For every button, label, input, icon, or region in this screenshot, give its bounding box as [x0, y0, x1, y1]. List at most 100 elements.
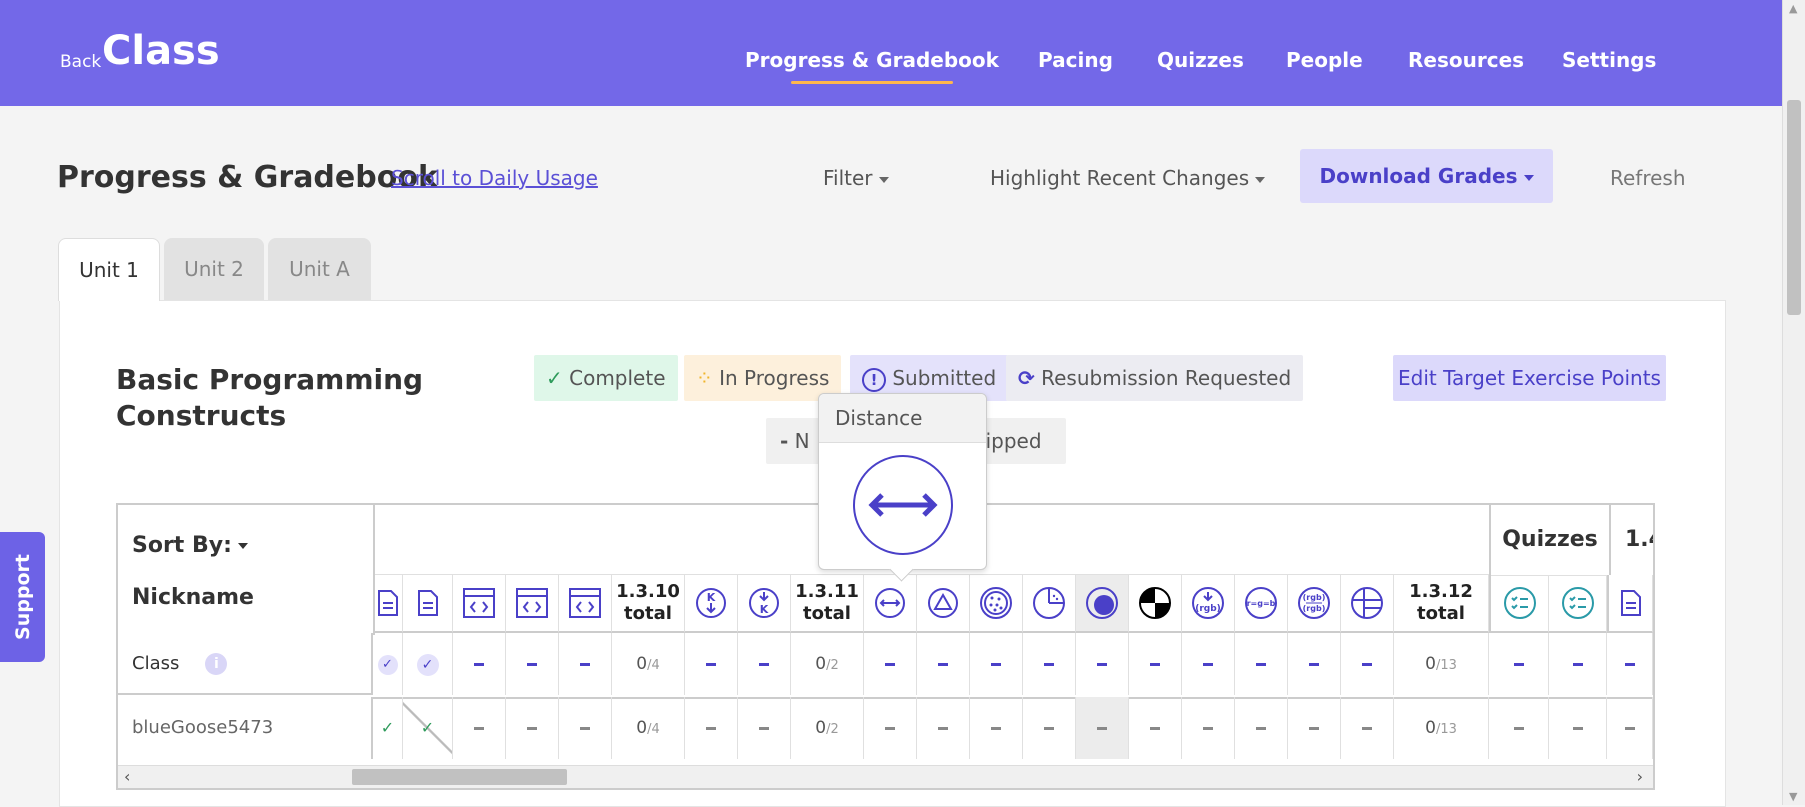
- cell-not-started[interactable]: [506, 633, 559, 695]
- cell-not-started[interactable]: [1288, 633, 1341, 695]
- filter-dropdown[interactable]: Filter: [823, 166, 889, 190]
- code-window-icon: [569, 588, 601, 618]
- k-down-arrow-icon: K: [696, 588, 726, 618]
- cell-not-started[interactable]: [685, 697, 738, 759]
- cell-not-started[interactable]: [1607, 697, 1653, 759]
- column-header-1-3-11-total[interactable]: 1.3.11 total: [791, 575, 864, 633]
- tab-unit-a[interactable]: Unit A: [268, 238, 371, 300]
- cell-not-started[interactable]: [738, 633, 791, 695]
- column-header-document[interactable]: [403, 575, 453, 633]
- column-header-pie-slice[interactable]: [1023, 575, 1076, 633]
- vertical-scrollbar[interactable]: ▲ ▼: [1782, 0, 1805, 805]
- cell-not-started[interactable]: [917, 697, 970, 759]
- cell-not-started[interactable]: [1182, 633, 1235, 695]
- info-icon[interactable]: i: [205, 653, 228, 675]
- sort-by-dropdown[interactable]: Sort By:: [132, 533, 248, 558]
- column-header-quiz[interactable]: [1489, 575, 1549, 633]
- column-header-pizza[interactable]: [970, 575, 1023, 633]
- nav-resources[interactable]: Resources: [1408, 48, 1524, 72]
- tab-unit-2[interactable]: Unit 2: [164, 238, 264, 300]
- nav-quizzes[interactable]: Quizzes: [1157, 48, 1244, 72]
- column-header-overlapping-circles[interactable]: [1076, 575, 1129, 633]
- support-tab[interactable]: Support: [0, 532, 45, 662]
- column-header-document[interactable]: [373, 575, 403, 633]
- cell-not-started[interactable]: [506, 697, 559, 759]
- column-header-rgb-down[interactable]: (rgb): [1182, 575, 1235, 633]
- column-header-code-exercise[interactable]: [559, 575, 612, 633]
- legend-in-progress: ⁘ In Progress: [684, 355, 842, 401]
- cell-not-started[interactable]: [970, 697, 1023, 759]
- cell-not-started[interactable]: [685, 633, 738, 695]
- column-header-triangle[interactable]: [917, 575, 970, 633]
- cell-not-started[interactable]: [453, 697, 506, 759]
- column-header-1-3-10-total[interactable]: 1.3.10 total: [612, 575, 685, 633]
- cell-complete[interactable]: ✓: [373, 697, 403, 759]
- nav-settings[interactable]: Settings: [1562, 48, 1656, 72]
- horizontal-scrollbar[interactable]: ‹ ›: [118, 765, 1653, 788]
- tab-unit-1[interactable]: Unit 1: [58, 238, 160, 301]
- cell-not-started[interactable]: [1235, 633, 1288, 695]
- score-value: 0: [1425, 654, 1436, 674]
- dash-icon: [1150, 727, 1160, 730]
- cell-not-started[interactable]: [970, 633, 1023, 695]
- scroll-left-icon[interactable]: ‹: [124, 766, 130, 788]
- column-header-code-exercise[interactable]: [453, 575, 506, 633]
- cell-not-started[interactable]: [1182, 697, 1235, 759]
- cell-not-started[interactable]: [453, 633, 506, 695]
- nav-people[interactable]: People: [1286, 48, 1363, 72]
- cell-not-started[interactable]: [559, 633, 612, 695]
- scroll-to-daily-usage-link[interactable]: Scroll to Daily Usage: [391, 166, 598, 190]
- cell-not-started[interactable]: [1235, 697, 1288, 759]
- cell-not-started[interactable]: [1076, 633, 1129, 695]
- cell-not-started[interactable]: [1549, 633, 1607, 695]
- cell-complete[interactable]: ✓: [403, 633, 453, 695]
- column-header-rgb-fraction[interactable]: (rgb) (rgb): [1288, 575, 1341, 633]
- cell-not-started[interactable]: [1288, 697, 1341, 759]
- cell-not-started[interactable]: [1607, 633, 1653, 695]
- vertical-scroll-thumb[interactable]: [1787, 100, 1801, 315]
- scroll-right-icon[interactable]: ›: [1637, 766, 1643, 788]
- cell-not-started[interactable]: [864, 697, 917, 759]
- nickname-column-header[interactable]: Nickname: [132, 585, 254, 610]
- column-header-down-k[interactable]: K: [738, 575, 791, 633]
- cell-complete[interactable]: ✓: [373, 633, 403, 695]
- nav-progress-gradebook[interactable]: Progress & Gradebook: [745, 48, 999, 84]
- cell-not-started[interactable]: [738, 697, 791, 759]
- back-link[interactable]: Back: [60, 52, 101, 72]
- scroll-up-icon[interactable]: ▲: [1789, 2, 1797, 15]
- dash-icon: [527, 663, 537, 666]
- download-grades-button[interactable]: Download Grades: [1300, 149, 1553, 203]
- cell-not-started[interactable]: [559, 697, 612, 759]
- horizontal-scroll-thumb[interactable]: [352, 769, 567, 785]
- cell-not-started[interactable]: [1341, 697, 1394, 759]
- column-header-rgb-equal[interactable]: r=g=b: [1235, 575, 1288, 633]
- edit-target-exercise-points-button[interactable]: Edit Target Exercise Points: [1393, 355, 1666, 401]
- student-nickname[interactable]: blueGoose5473: [132, 717, 273, 738]
- cell-not-started[interactable]: [1341, 633, 1394, 695]
- cell-not-started[interactable]: [1023, 697, 1076, 759]
- cell-complete[interactable]: ✓: [403, 697, 453, 759]
- cell-total-1-3-11: 0/2: [791, 697, 864, 759]
- column-header-distance[interactable]: [864, 575, 917, 633]
- column-header-k-down[interactable]: K: [685, 575, 738, 633]
- column-header-1-3-12-total[interactable]: 1.3.12 total: [1394, 575, 1489, 633]
- cell-not-started[interactable]: [917, 633, 970, 695]
- cell-not-started[interactable]: [1129, 697, 1182, 759]
- nav-pacing[interactable]: Pacing: [1038, 48, 1113, 72]
- scroll-down-icon[interactable]: ▼: [1789, 790, 1797, 803]
- cell-not-started[interactable]: [1023, 633, 1076, 695]
- column-header-grid-circle[interactable]: [1341, 575, 1394, 633]
- refresh-button[interactable]: Refresh: [1610, 166, 1686, 190]
- column-header-quiz[interactable]: [1549, 575, 1607, 633]
- cell-not-started[interactable]: [1549, 697, 1607, 759]
- cell-not-started[interactable]: [864, 633, 917, 695]
- cell-not-started[interactable]: [1489, 697, 1549, 759]
- cell-not-started[interactable]: [1076, 697, 1129, 759]
- dash-icon: [1044, 663, 1054, 666]
- highlight-recent-changes-dropdown[interactable]: Highlight Recent Changes: [990, 166, 1266, 190]
- column-header-code-exercise[interactable]: [506, 575, 559, 633]
- cell-not-started[interactable]: [1129, 633, 1182, 695]
- column-header-quadrant-circle[interactable]: [1129, 575, 1182, 633]
- cell-not-started[interactable]: [1489, 633, 1549, 695]
- column-header-document[interactable]: [1607, 575, 1653, 633]
